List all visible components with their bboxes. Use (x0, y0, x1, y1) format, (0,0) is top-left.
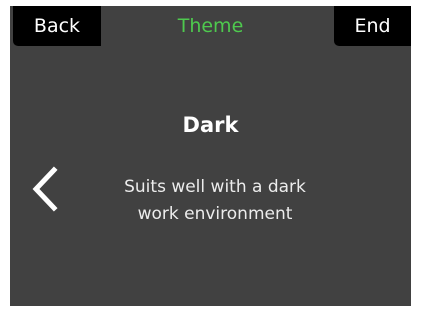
back-button[interactable]: Back (13, 6, 101, 46)
previous-theme-button[interactable] (28, 164, 62, 214)
chevron-left-icon (32, 166, 58, 212)
end-button[interactable]: End (334, 6, 411, 46)
theme-description: Suits well with a dark work environment (124, 177, 306, 224)
theme-screen: Theme Back End Dark Suits well with a da… (10, 6, 411, 306)
theme-name: Dark (182, 113, 239, 137)
